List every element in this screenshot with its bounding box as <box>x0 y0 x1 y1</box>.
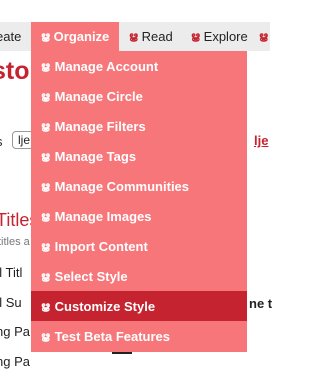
field-label: al Su <box>0 295 22 310</box>
menu-item-customize-style[interactable]: ൠ Customize Style <box>31 291 247 321</box>
nav-explore-label: Explore <box>203 29 248 44</box>
swirl-logo-icon: ൠ <box>41 31 50 42</box>
top-navbar: eate ൠ Organize ൠ Read ൠ Explore ൠ <box>0 22 270 51</box>
menu-item-label: Customize Style <box>54 298 156 314</box>
link[interactable]: lje <box>254 133 268 148</box>
menu-item-label: Import Content <box>54 238 148 254</box>
swirl-logo-icon: ൠ <box>41 330 50 342</box>
menu-item-label: Manage Communities <box>54 178 190 194</box>
swirl-logo-icon: ൠ <box>129 31 138 42</box>
swirl-logo-icon: ൠ <box>41 210 50 222</box>
nav-organize-label: Organize <box>53 29 110 44</box>
swirl-logo-icon: ൠ <box>41 240 50 252</box>
menu-item-label: Select Style <box>54 268 128 284</box>
nav-read[interactable]: ൠ Read <box>129 22 173 51</box>
swirl-logo-icon: ൠ <box>41 150 50 162</box>
nav-explore[interactable]: ൠ Explore <box>191 22 248 51</box>
menu-item-label: Manage Images <box>54 208 152 224</box>
nav-extra[interactable]: ൠ <box>259 22 272 51</box>
field-label: ng Pa <box>0 324 30 339</box>
menu-item-label: Manage Tags <box>54 148 137 164</box>
swirl-logo-icon: ൠ <box>41 90 50 102</box>
swirl-logo-icon: ൠ <box>41 300 50 312</box>
swirl-logo-icon: ൠ <box>41 180 50 192</box>
swirl-logo-icon: ൠ <box>41 60 50 72</box>
menu-item-manage-filters[interactable]: ൠ Manage Filters <box>31 111 247 141</box>
bold-text: ne t <box>249 296 273 311</box>
menu-item-test-beta-features[interactable]: ൠ Test Beta Features <box>31 321 247 351</box>
swirl-logo-icon: ൠ <box>41 270 50 282</box>
menu-item-select-style[interactable]: ൠ Select Style <box>31 261 247 291</box>
menu-item-manage-images[interactable]: ൠ Manage Images <box>31 201 247 231</box>
swirl-logo-icon: ൠ <box>259 31 268 42</box>
menu-item-label: Manage Account <box>54 58 159 74</box>
menu-item-manage-circle[interactable]: ൠ Manage Circle <box>31 81 247 111</box>
nav-organize[interactable]: ൠ Organize <box>31 22 119 51</box>
field-label: s <box>0 134 3 149</box>
field-label: al Titl <box>0 265 23 280</box>
swirl-logo-icon: ൠ <box>41 120 50 132</box>
menu-item-label: Manage Circle <box>54 88 143 104</box>
menu-item-label: Test Beta Features <box>54 328 171 344</box>
menu-item-manage-account[interactable]: ൠ Manage Account <box>31 51 247 81</box>
menu-item-import-content[interactable]: ൠ Import Content <box>31 231 247 261</box>
organize-dropdown-menu: ൠ Manage Account ൠ Manage Circle ൠ Manag… <box>31 51 247 352</box>
swirl-logo-icon: ൠ <box>191 31 200 42</box>
field-label: ng Pa <box>0 354 30 369</box>
nav-create-label: eate <box>0 29 22 44</box>
menu-item-label: Manage Filters <box>54 118 146 134</box>
section-description: titles a <box>0 236 30 248</box>
nav-create[interactable]: eate <box>0 22 21 51</box>
menu-item-manage-tags[interactable]: ൠ Manage Tags <box>31 141 247 171</box>
menu-item-manage-communities[interactable]: ൠ Manage Communities <box>31 171 247 201</box>
nav-read-label: Read <box>141 29 173 44</box>
